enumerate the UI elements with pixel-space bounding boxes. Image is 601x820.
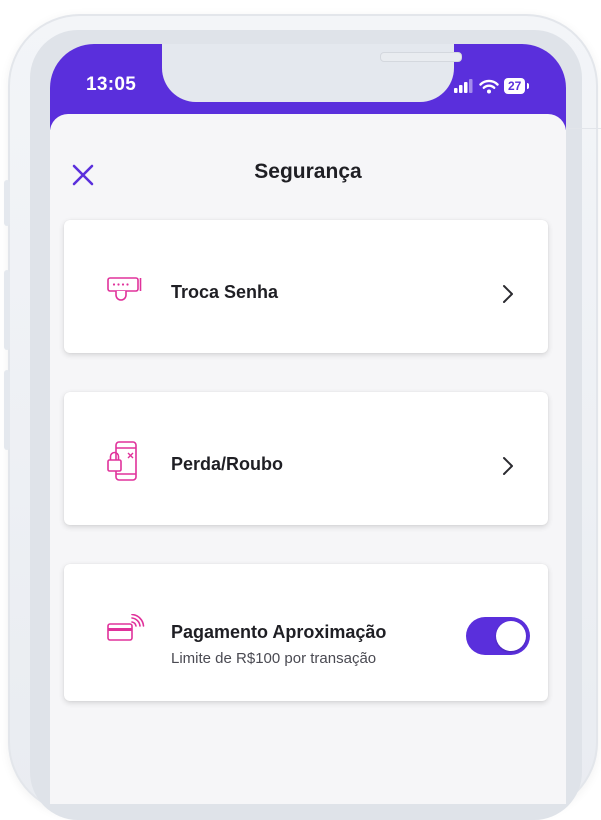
background-divider bbox=[568, 128, 601, 129]
phone-lock-icon bbox=[107, 441, 137, 481]
chevron-right-icon[interactable] bbox=[500, 283, 516, 305]
phone-notch bbox=[162, 44, 462, 102]
option-subtitle: Limite de R$100 por transação bbox=[171, 650, 377, 667]
side-button-mute bbox=[4, 180, 10, 226]
status-time: 13:05 bbox=[86, 74, 137, 95]
keypad-password-icon bbox=[107, 277, 142, 301]
battery-indicator: 27 bbox=[504, 78, 530, 94]
option-title: Troca Senha bbox=[171, 282, 279, 302]
security-screen: Segurança Troca Senha Perda/Roubo Pagame… bbox=[50, 114, 566, 804]
wifi-icon bbox=[479, 79, 499, 93]
side-button-volume-up bbox=[4, 270, 10, 350]
page-title: Segurança bbox=[254, 160, 362, 183]
option-card-pagamento-aproximacao: Pagamento Aproximação Limite de R$100 po… bbox=[64, 564, 548, 701]
option-card-troca-senha[interactable]: Troca Senha bbox=[64, 220, 548, 353]
option-card-perda-roubo[interactable]: Perda/Roubo bbox=[64, 392, 548, 525]
side-button-volume-down bbox=[4, 370, 10, 450]
phone-speaker bbox=[380, 52, 462, 62]
contactless-payment-toggle[interactable] bbox=[466, 617, 530, 655]
contactless-card-icon bbox=[107, 614, 145, 641]
toggle-knob bbox=[496, 621, 526, 651]
option-title: Perda/Roubo bbox=[171, 454, 284, 474]
cellular-signal-icon bbox=[454, 79, 473, 93]
option-title: Pagamento Aproximação bbox=[171, 622, 387, 642]
status-icons: 27 bbox=[454, 76, 530, 96]
chevron-right-icon[interactable] bbox=[500, 455, 516, 477]
phone-screen: 13:05 27 Segurança Troca Senha Perda/Rou… bbox=[50, 44, 566, 804]
